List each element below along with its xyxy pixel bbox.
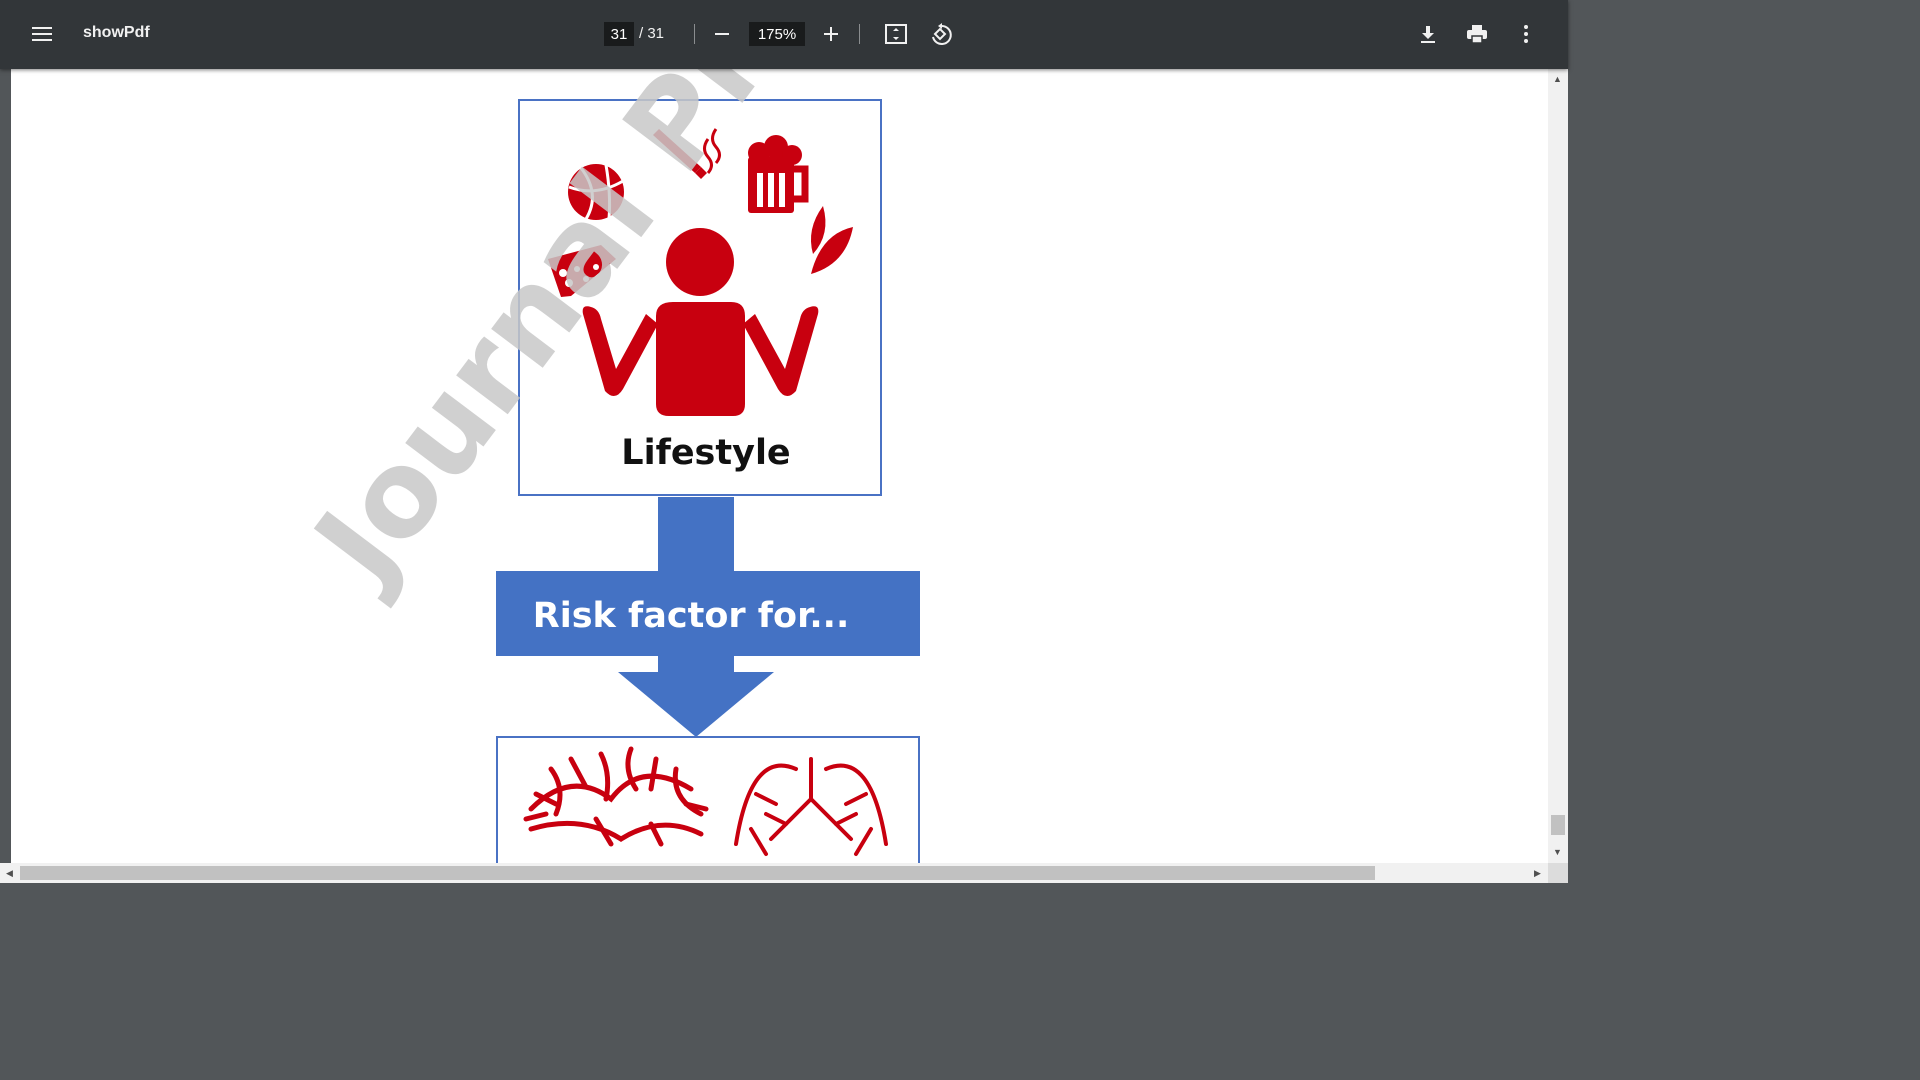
scroll-up-icon[interactable]: ▲ [1553, 74, 1562, 84]
print-icon [1467, 25, 1487, 44]
lifestyle-label: Lifestyle [621, 433, 790, 473]
vertical-scroll-thumb[interactable] [1551, 815, 1565, 835]
page-total: / 31 [639, 25, 665, 42]
zoom-input[interactable]: 175% [749, 22, 805, 46]
pdf-toolbar: showPdf 31 / 31 175% [0, 0, 1568, 69]
zoom-in-button[interactable] [813, 16, 849, 52]
fit-page-button[interactable] [878, 16, 914, 52]
download-icon [1421, 26, 1435, 43]
scroll-down-icon[interactable]: ▼ [1553, 847, 1562, 857]
toolbar-divider [859, 24, 860, 44]
menu-button[interactable] [22, 14, 62, 54]
toolbar-divider [694, 24, 695, 44]
figure-canvas: Journal Pre Lifestyle Risk factor for... [284, 69, 920, 863]
rotate-icon [932, 23, 952, 45]
pdf-page: Journal Pre Lifestyle Risk factor for... [11, 69, 1548, 863]
pdf-viewer[interactable]: Journal Pre Lifestyle Risk factor for... [0, 69, 1548, 863]
print-button[interactable] [1459, 16, 1495, 52]
scroll-right-icon[interactable]: ▶ [1534, 868, 1541, 878]
document-title: showPdf [83, 24, 150, 41]
horizontal-scroll-thumb[interactable] [20, 866, 1375, 880]
zoom-out-button[interactable] [704, 16, 740, 52]
scrollbar-corner [1548, 863, 1568, 883]
fit-page-icon [885, 24, 907, 44]
zoom-in-icon [824, 27, 838, 41]
menu-icon [32, 27, 52, 41]
page-number-input[interactable]: 31 [604, 22, 634, 46]
scroll-left-icon[interactable]: ◀ [6, 868, 13, 878]
download-button[interactable] [1410, 16, 1446, 52]
rotate-button[interactable] [922, 16, 958, 52]
vertical-scrollbar[interactable]: ▲ ▼ [1548, 69, 1568, 863]
horizontal-scrollbar[interactable]: ◀ ▶ [0, 863, 1548, 883]
risk-factor-label: Risk factor for... [533, 596, 850, 636]
more-options-icon [1524, 25, 1528, 43]
zoom-out-icon [715, 33, 729, 35]
more-options-button[interactable] [1508, 16, 1544, 52]
